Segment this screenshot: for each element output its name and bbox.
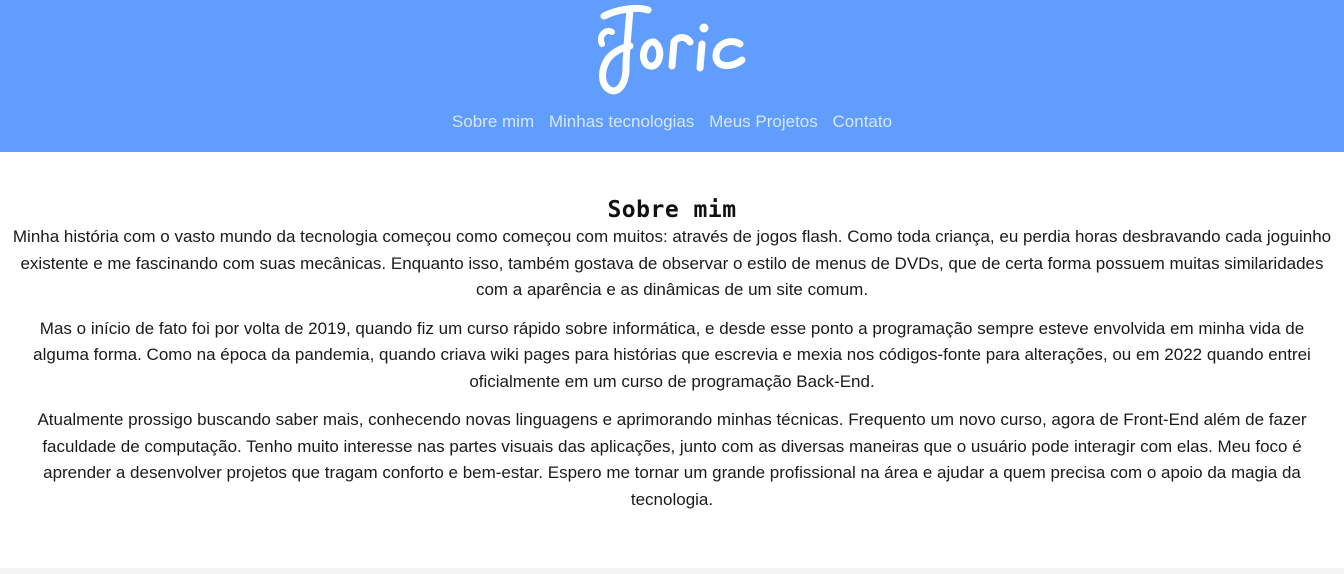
- main-nav: Sobre mim Minhas tecnologias Meus Projet…: [0, 110, 1344, 134]
- about-paragraph-3: Atualmente prossigo buscando saber mais,…: [37, 410, 1307, 509]
- nav-link-contato[interactable]: Contato: [833, 112, 893, 131]
- section-divider: [0, 568, 1344, 574]
- about-paragraph-2: Mas o início de fato foi por volta de 20…: [33, 318, 1311, 391]
- nav-link-sobre-mim[interactable]: Sobre mim: [452, 112, 534, 131]
- section-title: Sobre mim: [607, 197, 737, 223]
- site-header: Sobre mim Minhas tecnologias Meus Projet…: [0, 0, 1344, 152]
- about-section: Sobre mim Minha história com o vasto mun…: [0, 152, 1344, 568]
- site-logo[interactable]: [590, 2, 754, 98]
- nav-link-meus-projetos[interactable]: Meus Projetos: [709, 112, 818, 131]
- about-paragraph-1: Minha história com o vasto mundo da tecn…: [12, 227, 1332, 299]
- logo-script-graphic: [598, 4, 746, 95]
- nav-link-minhas-tecnologias[interactable]: Minhas tecnologias: [549, 112, 695, 131]
